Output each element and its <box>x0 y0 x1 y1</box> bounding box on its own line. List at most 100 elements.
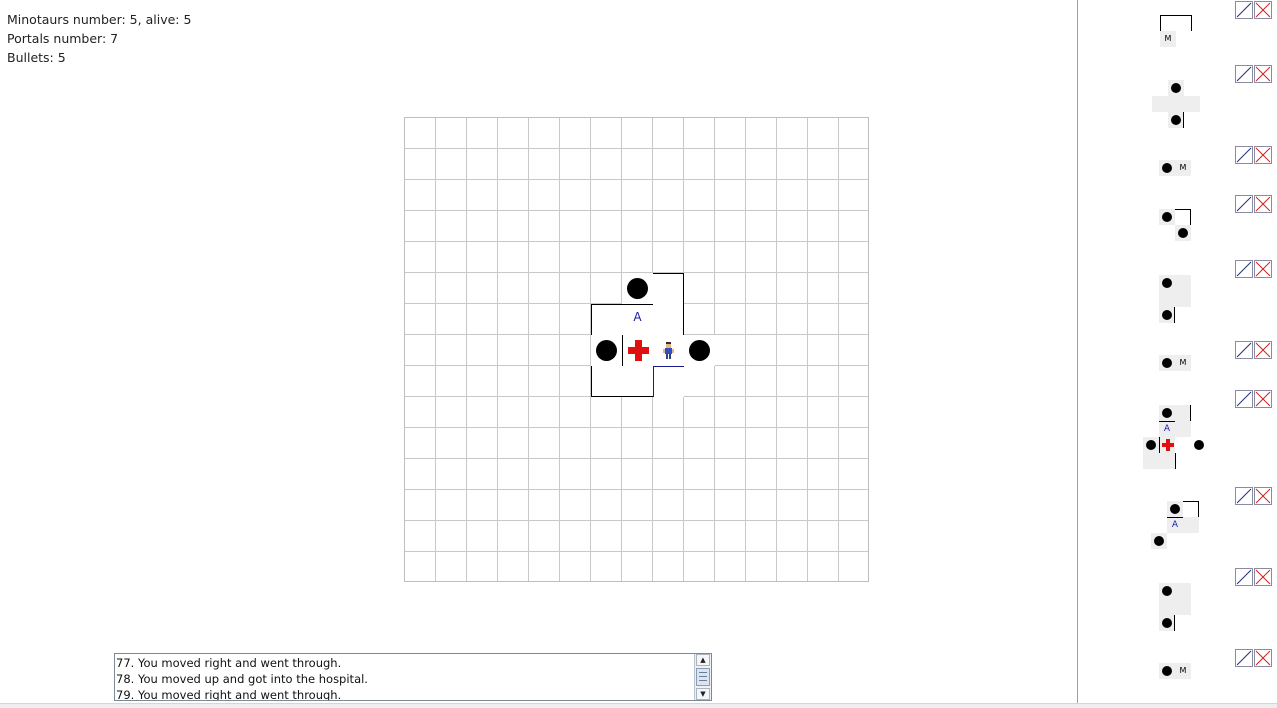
log-scrollbar[interactable]: ▲ ▼ <box>694 654 711 700</box>
pit-marker <box>1154 536 1164 546</box>
scroll-thumb[interactable] <box>696 668 710 686</box>
history-cell <box>1143 437 1159 453</box>
minotaur-marker: M <box>1179 358 1187 367</box>
minotaur-marker: M <box>1179 666 1187 675</box>
history-controls <box>1235 146 1273 164</box>
log-line: 78. You moved up and got into the hospit… <box>116 672 368 686</box>
history-cell <box>1183 501 1199 517</box>
game-board[interactable]: A <box>404 117 869 582</box>
pit-marker <box>596 340 617 361</box>
scroll-down-arrow-icon[interactable]: ▼ <box>696 688 710 700</box>
history-controls <box>1235 649 1273 667</box>
pit-marker <box>1162 278 1172 288</box>
history-cell <box>1159 160 1175 176</box>
slash-icon[interactable] <box>1235 390 1253 408</box>
history-cell <box>1184 96 1200 112</box>
history-cell <box>1160 15 1176 31</box>
history-cell <box>1175 405 1191 421</box>
pit-marker <box>1162 408 1172 418</box>
history-controls <box>1235 195 1273 213</box>
history-cell <box>1168 96 1184 112</box>
slash-icon[interactable] <box>1235 1 1253 19</box>
slash-icon[interactable] <box>1235 568 1253 586</box>
history-cell <box>1175 275 1191 291</box>
minotaur-marker: M <box>1164 34 1172 43</box>
board-cell <box>653 366 684 397</box>
history-cell <box>1159 291 1175 307</box>
arsenal-marker: A <box>1171 520 1179 530</box>
history-cell: M <box>1175 355 1191 371</box>
hospital-icon <box>627 339 650 362</box>
player-icon <box>663 342 674 359</box>
slash-icon[interactable] <box>1235 195 1253 213</box>
board-cell-hospital <box>622 335 653 366</box>
history-cell: A <box>1159 421 1175 437</box>
pit-marker <box>1194 440 1204 450</box>
history-cell <box>1175 583 1191 599</box>
cross-icon[interactable] <box>1254 568 1272 586</box>
pit-marker <box>689 340 710 361</box>
history-cell <box>1176 15 1192 31</box>
slash-icon[interactable] <box>1235 341 1253 359</box>
history-cell <box>1151 533 1167 549</box>
pit-marker <box>1162 618 1172 628</box>
history-cell <box>1143 453 1159 469</box>
minotaur-marker: M <box>1179 163 1187 172</box>
history-controls <box>1235 65 1273 83</box>
history-cell: M <box>1175 160 1191 176</box>
cross-icon[interactable] <box>1254 195 1272 213</box>
board-cell <box>653 273 684 304</box>
pit-marker <box>1162 586 1172 596</box>
cross-icon[interactable] <box>1254 487 1272 505</box>
event-log-lines: 77. You moved right and went through. 78… <box>116 655 368 701</box>
board-cell-pit <box>591 335 622 366</box>
history-cell <box>1175 225 1191 241</box>
minotaurs-count: Minotaurs number: 5, alive: 5 <box>7 12 192 27</box>
history-controls <box>1235 568 1273 586</box>
history-cell: M <box>1175 663 1191 679</box>
history-cell <box>1159 209 1175 225</box>
history-cell <box>1152 96 1168 112</box>
log-line: 77. You moved right and went through. <box>116 656 342 670</box>
board-cell <box>622 366 653 397</box>
slash-icon[interactable] <box>1235 146 1253 164</box>
cross-icon[interactable] <box>1254 65 1272 83</box>
cross-icon[interactable] <box>1254 649 1272 667</box>
cross-icon[interactable] <box>1254 146 1272 164</box>
board-cell <box>653 304 684 335</box>
history-cell <box>1175 421 1191 437</box>
pit-marker <box>1171 115 1181 125</box>
slash-icon[interactable] <box>1235 260 1253 278</box>
history-cell <box>1159 307 1175 323</box>
board-cell-pit <box>622 273 653 304</box>
event-log[interactable]: 77. You moved right and went through. 78… <box>114 653 712 701</box>
scroll-up-arrow-icon[interactable]: ▲ <box>696 654 710 666</box>
arsenal-marker: A <box>1163 424 1171 434</box>
slash-icon[interactable] <box>1235 65 1253 83</box>
log-line: 79. You moved right and went through. <box>116 688 342 701</box>
pit-marker <box>1178 228 1188 238</box>
history-cell <box>1175 209 1191 225</box>
history-cell <box>1159 615 1175 631</box>
history-cell: M <box>1160 31 1176 47</box>
pit-marker <box>1162 666 1172 676</box>
history-cell: A <box>1167 517 1183 533</box>
slash-icon[interactable] <box>1235 649 1253 667</box>
history-cell <box>1159 355 1175 371</box>
history-cell <box>1159 437 1175 453</box>
cross-icon[interactable] <box>1254 341 1272 359</box>
history-cell <box>1175 453 1191 469</box>
history-cell <box>1159 405 1175 421</box>
history-controls <box>1235 341 1273 359</box>
history-cell <box>1175 599 1191 615</box>
pit-marker <box>1162 212 1172 222</box>
history-cell <box>1159 583 1175 599</box>
board-cell-arsenal: A <box>622 304 653 335</box>
cross-icon[interactable] <box>1254 260 1272 278</box>
slash-icon[interactable] <box>1235 487 1253 505</box>
pit-marker <box>1162 358 1172 368</box>
cross-icon[interactable] <box>1254 1 1272 19</box>
cross-icon[interactable] <box>1254 390 1272 408</box>
pit-marker <box>627 278 648 299</box>
pit-marker <box>1171 83 1181 93</box>
